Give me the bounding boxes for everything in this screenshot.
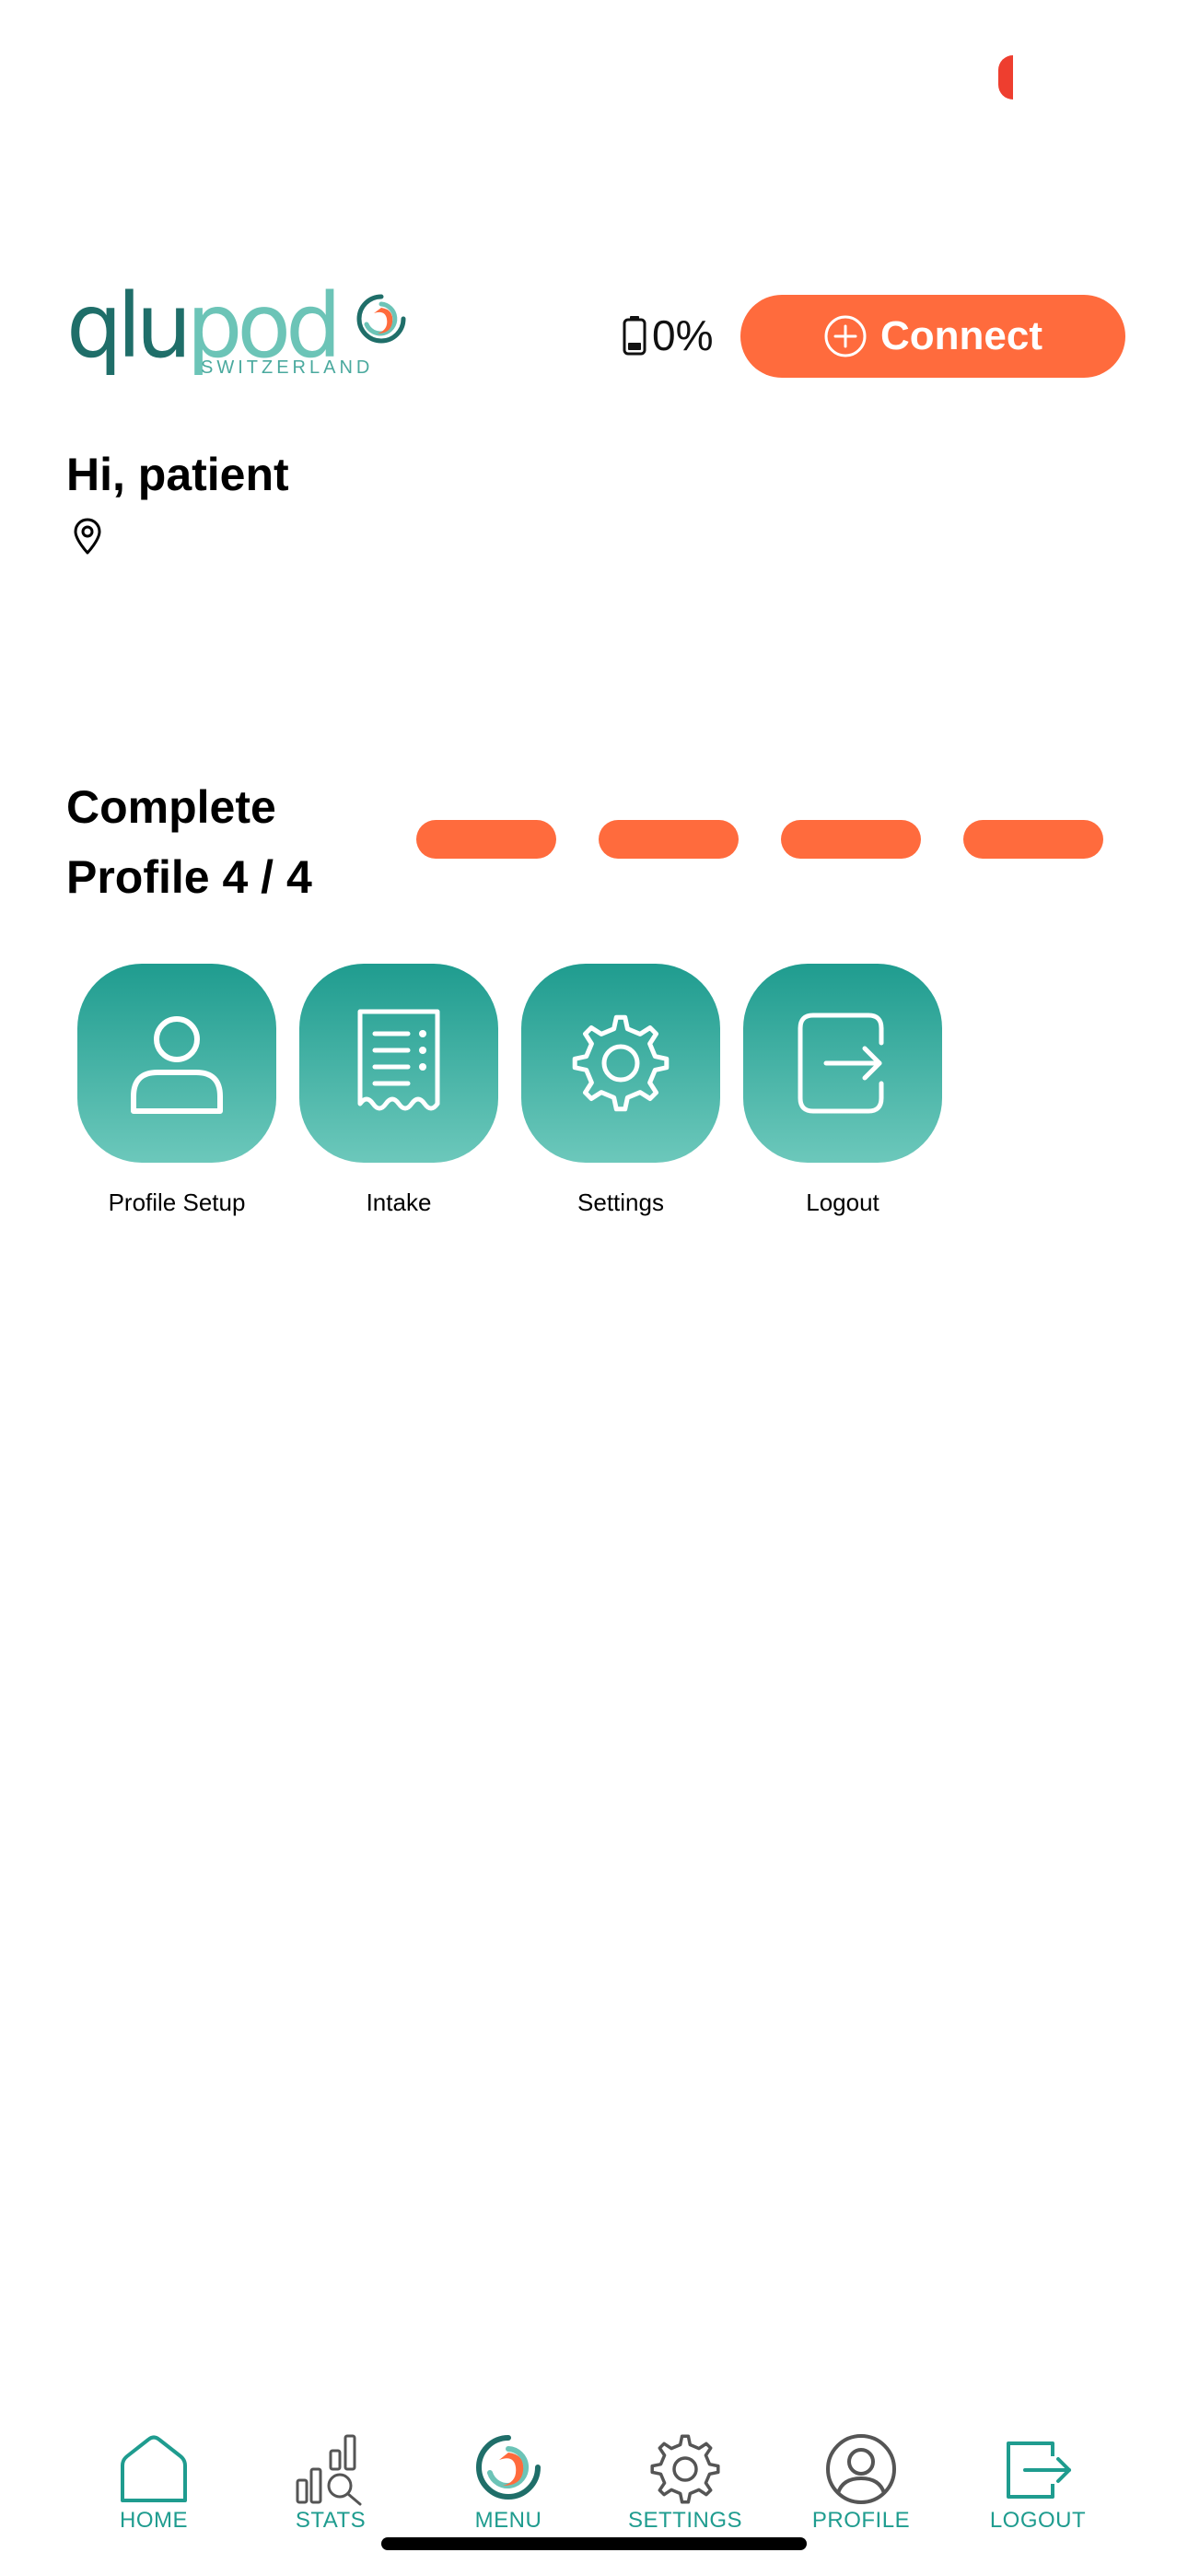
user-icon xyxy=(131,1016,223,1114)
tile-label: Logout xyxy=(806,1188,879,1216)
nav-label: MENU xyxy=(474,2508,542,2533)
profile-progress-line1: Complete xyxy=(66,781,276,833)
progress-segment xyxy=(963,820,1103,859)
profile-progress-line2: Profile 4 / 4 xyxy=(66,851,312,903)
nav-settings[interactable]: SETTINGS xyxy=(607,2423,763,2543)
home-indicator[interactable] xyxy=(381,2537,807,2550)
nav-label: HOME xyxy=(120,2508,188,2533)
plus-circle-icon xyxy=(824,315,867,357)
nav-home[interactable]: HOME xyxy=(76,2423,232,2543)
location-pin-icon xyxy=(74,518,101,555)
progress-segment xyxy=(599,820,739,859)
home-icon xyxy=(121,2435,187,2502)
profile-progress-bar xyxy=(416,820,1103,859)
connect-button[interactable]: Connect xyxy=(740,295,1125,378)
nav-label: LOGOUT xyxy=(989,2508,1087,2533)
nav-menu[interactable]: MENU xyxy=(430,2423,587,2543)
nav-profile[interactable]: PROFILE xyxy=(783,2423,939,2543)
receipt-icon xyxy=(357,1009,440,1111)
logo-subtitle: SWITZERLAND xyxy=(201,357,374,378)
battery-icon xyxy=(623,316,646,356)
logo-mark-icon xyxy=(356,294,406,344)
stats-icon xyxy=(296,2434,362,2506)
profile-progress-title: Complete Profile 4 / 4 xyxy=(66,772,379,912)
tile-label: Profile Setup xyxy=(108,1188,246,1216)
tile-label: Intake xyxy=(366,1188,432,1216)
settings-tile[interactable]: Settings xyxy=(521,964,720,1217)
progress-segment xyxy=(781,820,921,859)
logo-word-dark: qlu xyxy=(66,275,192,378)
connect-button-label: Connect xyxy=(880,313,1042,358)
gear-icon xyxy=(572,1014,670,1112)
bottom-navigation: HOME STATS MENU SETTINGS PROFILE LOGOUT xyxy=(0,2423,1188,2543)
battery-status: 0% xyxy=(623,311,714,359)
profile-setup-tile[interactable]: Profile Setup xyxy=(77,964,276,1217)
nav-logout[interactable]: LOGOUT xyxy=(960,2423,1116,2543)
profile-icon xyxy=(826,2434,896,2504)
intake-tile[interactable]: Intake xyxy=(299,964,498,1217)
nav-label: SETTINGS xyxy=(627,2508,742,2533)
greeting-text: Hi, patient xyxy=(66,449,289,500)
nav-stats[interactable]: STATS xyxy=(252,2423,409,2543)
tile-label: Settings xyxy=(577,1188,664,1216)
qlupod-logo: qlupod SWITZERLAND xyxy=(66,282,407,380)
status-indicator xyxy=(998,55,1013,100)
gear-icon xyxy=(650,2434,720,2504)
nav-label: PROFILE xyxy=(811,2508,911,2533)
profile-setup-button[interactable] xyxy=(77,964,276,1163)
battery-percentage: 0% xyxy=(652,311,714,359)
qlupod-logo-icon xyxy=(476,2435,541,2500)
logout-button[interactable] xyxy=(743,964,942,1163)
intake-button[interactable] xyxy=(299,964,498,1163)
logout-icon xyxy=(798,1013,884,1114)
logout-tile[interactable]: Logout xyxy=(743,964,942,1217)
progress-segment xyxy=(416,820,556,859)
logout-icon xyxy=(1007,2441,1071,2499)
nav-label: STATS xyxy=(295,2508,367,2533)
settings-button[interactable] xyxy=(521,964,720,1163)
